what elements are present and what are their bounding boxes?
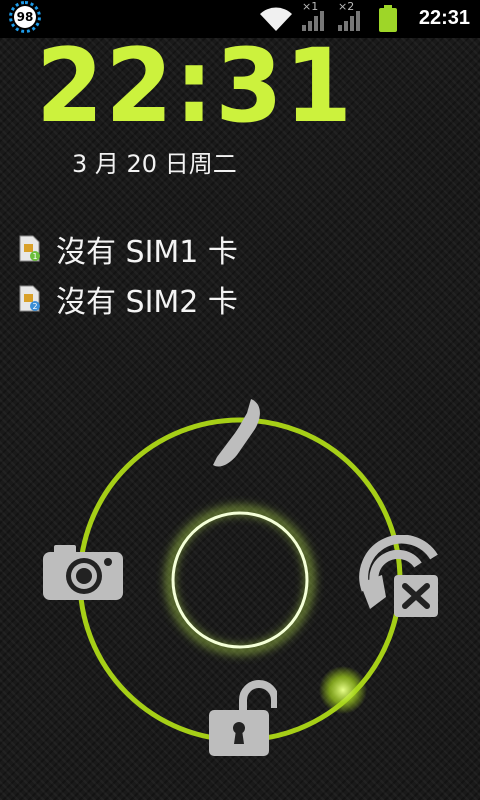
sound-off-icon[interactable]: [356, 535, 442, 621]
phone-icon[interactable]: [205, 395, 269, 471]
camera-icon[interactable]: [40, 540, 126, 604]
center-unlock-handle[interactable]: [166, 506, 314, 654]
ring-glow-dot: [319, 666, 367, 714]
unlock-icon[interactable]: [205, 676, 277, 758]
